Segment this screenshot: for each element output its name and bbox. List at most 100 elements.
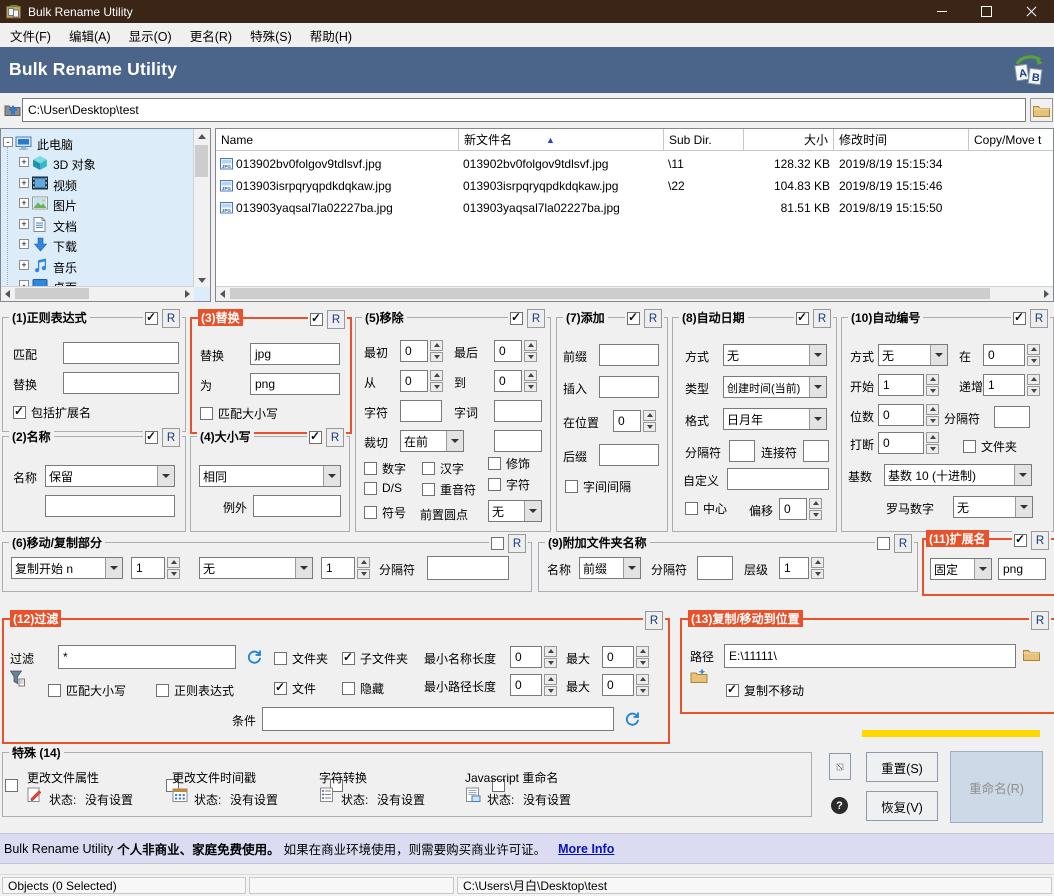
- scroll-thumb[interactable]: [230, 288, 990, 299]
- regex-match-input[interactable]: [63, 342, 179, 364]
- incr-spinner[interactable]: 1: [983, 374, 1040, 396]
- scroll-right-button[interactable]: [181, 287, 194, 300]
- checkbox-box[interactable]: [364, 462, 377, 475]
- tree-expander[interactable]: -: [3, 137, 13, 147]
- date-sep-input[interactable]: [729, 440, 755, 462]
- javascript-rename-label[interactable]: Javascript 重命名: [465, 769, 558, 786]
- append-mode-select[interactable]: 前缀: [579, 557, 641, 579]
- panel-reset-button[interactable]: R: [1031, 611, 1049, 630]
- first-spinner[interactable]: 0: [400, 340, 443, 362]
- cell-subdir[interactable]: \22: [668, 175, 738, 197]
- dropdown-arrow-icon[interactable]: [446, 431, 463, 451]
- case-mode-select[interactable]: 相同: [199, 465, 341, 487]
- files-checkbox[interactable]: 文件: [274, 680, 316, 697]
- tree-vertical-scrollbar[interactable]: [193, 129, 210, 287]
- scroll-down-button[interactable]: [194, 273, 209, 287]
- checkbox-box[interactable]: [364, 482, 377, 495]
- scroll-thumb[interactable]: [195, 145, 208, 177]
- min-name-spinner[interactable]: 0: [510, 646, 557, 668]
- change-attributes-checkbox[interactable]: [5, 779, 18, 792]
- panel-reset-button[interactable]: R: [894, 534, 912, 553]
- words-input[interactable]: [494, 400, 542, 422]
- start-spinner[interactable]: 1: [878, 374, 939, 396]
- panel-enable-checkbox[interactable]: [627, 312, 640, 325]
- value[interactable]: 0: [494, 370, 522, 392]
- refresh-icon[interactable]: [624, 710, 640, 726]
- offset-spinner[interactable]: 0: [779, 498, 822, 520]
- suffix-input[interactable]: [599, 444, 659, 466]
- count2-spinner[interactable]: 1: [321, 557, 370, 579]
- cell-modified[interactable]: 2019/8/19 15:15:50: [839, 197, 967, 219]
- checkbox-box[interactable]: [274, 682, 287, 695]
- spinner-buttons[interactable]: [926, 432, 939, 454]
- max-name-spinner[interactable]: 0: [602, 646, 649, 668]
- extension-mode-select[interactable]: 固定: [930, 558, 992, 580]
- spinner-buttons[interactable]: [167, 557, 180, 579]
- value[interactable]: 0: [983, 344, 1025, 366]
- dropdown-arrow-icon[interactable]: [524, 501, 541, 521]
- except-input[interactable]: [253, 495, 341, 517]
- copy-not-move-checkbox[interactable]: 复制不移动: [726, 682, 804, 699]
- numbering-mode-select[interactable]: 无: [878, 344, 948, 366]
- last-spinner[interactable]: 0: [494, 340, 537, 362]
- panel-reset-button[interactable]: R: [1030, 309, 1048, 328]
- min-path-spinner[interactable]: 0: [510, 674, 557, 696]
- spinner-buttons[interactable]: [524, 370, 537, 392]
- replace-find-input[interactable]: jpg: [250, 343, 340, 365]
- minimize-button[interactable]: [919, 0, 964, 23]
- checkbox-box[interactable]: [685, 502, 698, 515]
- filter-match-case-checkbox[interactable]: 匹配大小写: [48, 682, 126, 699]
- at-spinner[interactable]: 0: [983, 344, 1040, 366]
- cond-input[interactable]: [262, 707, 614, 731]
- value[interactable]: 0: [602, 646, 634, 668]
- value[interactable]: 0: [602, 674, 634, 696]
- word-space-checkbox[interactable]: 字间间隔: [565, 478, 631, 495]
- tree-item-this-pc[interactable]: - 此电脑: [1, 133, 191, 153]
- dropdown-arrow-icon[interactable]: [157, 466, 174, 486]
- cell-name[interactable]: 013903isrpqryqpdkdqkaw.jpg: [236, 175, 456, 197]
- checkbox-box[interactable]: [963, 440, 976, 453]
- value[interactable]: 0: [878, 432, 924, 454]
- pad-spinner[interactable]: 0: [878, 404, 939, 426]
- tree-item-music[interactable]: + 音乐: [1, 256, 191, 276]
- panel-reset-button[interactable]: R: [327, 310, 345, 329]
- crop-input[interactable]: [494, 430, 542, 452]
- dropdown-arrow-icon[interactable]: [974, 559, 991, 579]
- cell-modified[interactable]: 2019/8/19 15:15:46: [839, 175, 967, 197]
- value[interactable]: 0: [779, 498, 807, 520]
- tree-expander[interactable]: +: [19, 260, 29, 270]
- checkbox-box[interactable]: [274, 652, 287, 665]
- tree-item-label[interactable]: 此电脑: [37, 136, 73, 153]
- tree-item-label[interactable]: 图片: [53, 197, 77, 214]
- dropdown-arrow-icon[interactable]: [295, 558, 312, 578]
- chinese-checkbox[interactable]: 汉字: [422, 460, 464, 477]
- checkbox-box[interactable]: [342, 682, 355, 695]
- tree-horizontal-scrollbar[interactable]: [1, 286, 194, 301]
- folder-up-icon[interactable]: [4, 101, 21, 117]
- scroll-up-button[interactable]: [194, 129, 209, 143]
- help-button[interactable]: ?: [831, 797, 848, 814]
- checkbox-box[interactable]: [422, 483, 435, 496]
- column-header-size[interactable]: 大小: [744, 129, 834, 151]
- tree-item-videos[interactable]: + 视频: [1, 174, 191, 194]
- extension-input[interactable]: png: [998, 558, 1046, 580]
- match-case-checkbox[interactable]: 匹配大小写: [200, 405, 278, 422]
- tree-item-label[interactable]: 3D 对象: [53, 156, 96, 173]
- symbols-checkbox[interactable]: 符号: [364, 504, 406, 521]
- value[interactable]: 0: [510, 674, 542, 696]
- cent-checkbox[interactable]: 中心: [685, 500, 727, 517]
- menu-special[interactable]: 特殊(S): [241, 23, 301, 48]
- value[interactable]: 0: [494, 340, 522, 362]
- spinner-buttons[interactable]: [524, 340, 537, 362]
- spinner-buttons[interactable]: [926, 374, 939, 396]
- cell-name[interactable]: 013902bv0folgov9tdlsvf.jpg: [236, 153, 456, 175]
- menu-rename[interactable]: 更名(R): [181, 23, 241, 48]
- more-info-link[interactable]: More Info: [558, 842, 614, 856]
- dropdown-arrow-icon[interactable]: [1015, 497, 1032, 517]
- value[interactable]: 0: [613, 410, 641, 432]
- value[interactable]: 1: [878, 374, 924, 396]
- expand-button[interactable]: [829, 753, 851, 780]
- panel-enable-checkbox[interactable]: [510, 312, 523, 325]
- cell-size[interactable]: 104.83 KB: [746, 175, 830, 197]
- checkbox-box[interactable]: [726, 684, 739, 697]
